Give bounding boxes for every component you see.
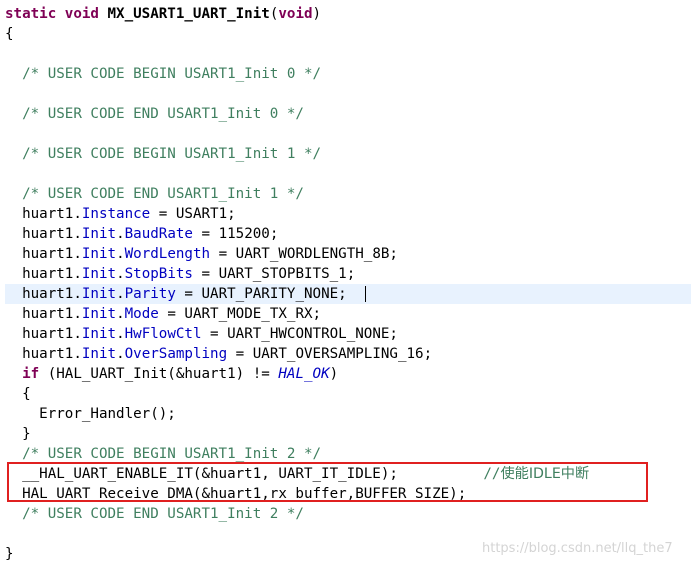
close-paren: ) bbox=[312, 6, 322, 22]
keyword-if: if bbox=[22, 366, 40, 382]
code-line-12: huart1.Init.BaudRate = 115200; bbox=[5, 224, 278, 244]
assignment: = USART1; bbox=[150, 206, 236, 222]
comment-text: /* USER CODE BEGIN USART1_Init 1 */ bbox=[22, 146, 322, 162]
comment-text: /* USER CODE BEGIN USART1_Init 0 */ bbox=[22, 66, 322, 82]
assignment: = 115200; bbox=[192, 226, 279, 242]
code-line-2: { bbox=[5, 26, 14, 42]
field-ref: Init bbox=[81, 246, 117, 262]
code-line-16: huart1.Init.Mode = UART_MODE_TX_RX; bbox=[5, 304, 321, 324]
code-line-10: /* USER CODE END USART1_Init 1 */ bbox=[5, 184, 304, 204]
close-paren: ) bbox=[329, 366, 339, 382]
code-line-8: /* USER CODE BEGIN USART1_Init 1 */ bbox=[5, 144, 321, 164]
field-ref: Init bbox=[81, 326, 117, 342]
text-cursor bbox=[365, 286, 366, 302]
code-line-26: /* USER CODE END USART1_Init 2 */ bbox=[5, 504, 304, 524]
code-line-11: huart1.Instance = USART1; bbox=[5, 204, 236, 224]
code-editor[interactable]: static void MX_USART1_UART_Init(void) { … bbox=[0, 0, 691, 570]
highlight-box bbox=[7, 462, 648, 502]
watermark: https://blog.csdn.net/llq_the7 bbox=[482, 541, 673, 556]
assignment: = UART_OVERSAMPLING_16; bbox=[227, 346, 433, 362]
assignment: = UART_PARITY_NONE; bbox=[175, 286, 347, 302]
field-ref: Instance bbox=[81, 206, 151, 222]
code-line-19: if (HAL_UART_Init(&huart1) != HAL_OK) bbox=[5, 364, 338, 384]
keyword-void: void bbox=[64, 6, 99, 22]
code-line-13: huart1.Init.WordLength = UART_WORDLENGTH… bbox=[5, 244, 398, 264]
code-line-14: huart1.Init.StopBits = UART_STOPBITS_1; bbox=[5, 264, 355, 284]
object-ref: huart1. bbox=[22, 346, 82, 362]
code-line-23: /* USER CODE BEGIN USART1_Init 2 */ bbox=[5, 444, 321, 464]
code-line-17: huart1.Init.HwFlowCtl = UART_HWCONTROL_N… bbox=[5, 324, 398, 344]
dot: . bbox=[116, 306, 125, 322]
assignment: = UART_WORDLENGTH_8B; bbox=[210, 246, 398, 262]
dot: . bbox=[116, 226, 125, 242]
field-ref: Init bbox=[81, 226, 117, 242]
assignment: = UART_HWCONTROL_NONE; bbox=[201, 326, 398, 342]
field-ref: OverSampling bbox=[124, 346, 228, 362]
dot: . bbox=[116, 266, 125, 282]
comment-text: /* USER CODE END USART1_Init 1 */ bbox=[22, 186, 304, 202]
object-ref: huart1. bbox=[22, 246, 82, 262]
code-line-18: huart1.Init.OverSampling = UART_OVERSAMP… bbox=[5, 344, 432, 364]
function-name: MX_USART1_UART_Init bbox=[107, 6, 270, 22]
field-ref: Init bbox=[81, 266, 117, 282]
code-line-21: Error_Handler(); bbox=[5, 404, 176, 424]
field-ref: Init bbox=[81, 346, 117, 362]
code-line-6: /* USER CODE END USART1_Init 0 */ bbox=[5, 104, 304, 124]
code-line-20: { bbox=[5, 384, 31, 404]
field-ref: WordLength bbox=[124, 246, 211, 262]
code-line-1: static void MX_USART1_UART_Init(void) bbox=[5, 4, 321, 24]
dot: . bbox=[116, 346, 125, 362]
code-line-28: } bbox=[5, 546, 14, 562]
field-ref: BaudRate bbox=[124, 226, 193, 242]
code-line-4: /* USER CODE BEGIN USART1_Init 0 */ bbox=[5, 64, 321, 84]
field-ref: Parity bbox=[124, 286, 176, 302]
comment-text: /* USER CODE END USART1_Init 0 */ bbox=[22, 106, 304, 122]
brace: { bbox=[22, 386, 31, 402]
code-line-15: huart1.Init.Parity = UART_PARITY_NONE; bbox=[5, 284, 347, 304]
assignment: = UART_MODE_TX_RX; bbox=[158, 306, 322, 322]
object-ref: huart1. bbox=[22, 206, 82, 222]
field-ref: Mode bbox=[124, 306, 159, 322]
field-ref: StopBits bbox=[124, 266, 193, 282]
keyword-static: static bbox=[5, 6, 57, 22]
assignment: = UART_STOPBITS_1; bbox=[192, 266, 356, 282]
object-ref: huart1. bbox=[22, 226, 82, 242]
dot: . bbox=[116, 286, 125, 302]
field-ref: Init bbox=[81, 306, 117, 322]
field-ref: Init bbox=[81, 286, 117, 302]
object-ref: huart1. bbox=[22, 266, 82, 282]
dot: . bbox=[116, 246, 125, 262]
code-line-22: } bbox=[5, 424, 31, 444]
dot: . bbox=[116, 326, 125, 342]
macro-hal-ok: HAL_OK bbox=[278, 366, 330, 382]
field-ref: HwFlowCtl bbox=[124, 326, 202, 342]
brace: } bbox=[22, 426, 31, 442]
comment-text: /* USER CODE BEGIN USART1_Init 2 */ bbox=[22, 446, 322, 462]
object-ref: huart1. bbox=[22, 286, 82, 302]
comment-text: /* USER CODE END USART1_Init 2 */ bbox=[22, 506, 304, 522]
object-ref: huart1. bbox=[22, 306, 82, 322]
object-ref: huart1. bbox=[22, 326, 82, 342]
function-call: Error_Handler(); bbox=[39, 406, 176, 422]
condition: (HAL_UART_Init(&huart1) != bbox=[39, 366, 279, 382]
keyword-void-param: void bbox=[278, 6, 313, 22]
